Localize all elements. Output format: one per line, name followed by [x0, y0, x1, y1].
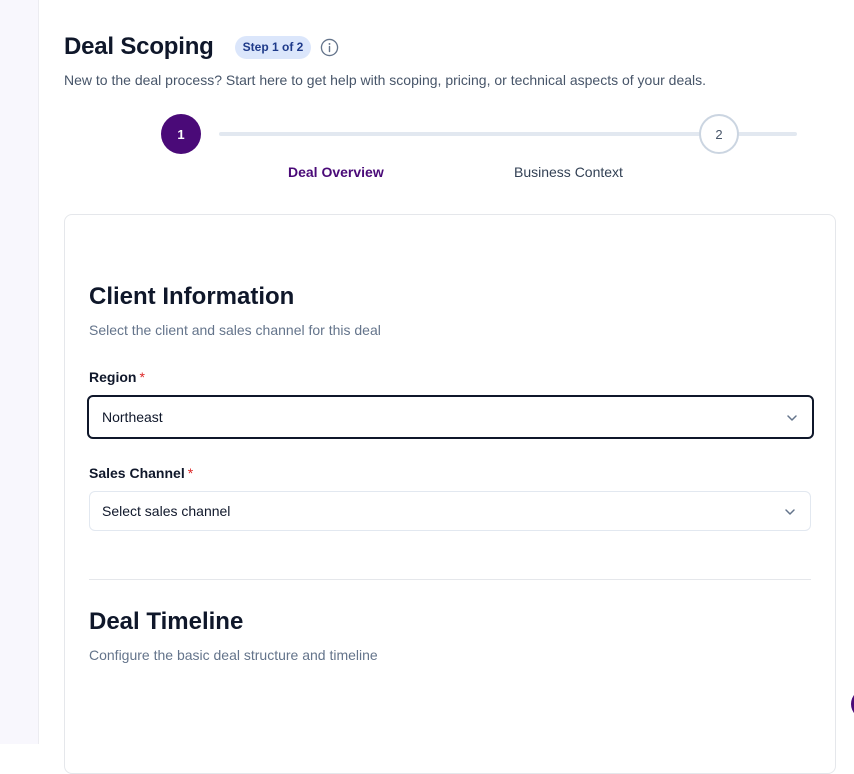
- step-badge: Step 1 of 2: [234, 35, 312, 59]
- chevron-down-icon: [786, 411, 798, 423]
- page-header: Deal Scoping Step 1 of 2: [64, 32, 339, 62]
- deal-timeline-title: Deal Timeline: [89, 608, 244, 635]
- page-title: Deal Scoping: [64, 33, 214, 60]
- sales-channel-select-placeholder: Select sales channel: [102, 503, 231, 519]
- region-required-mark: *: [139, 369, 145, 385]
- deal-scoping-page: Deal Scoping Step 1 of 2 New to the deal…: [39, 0, 854, 774]
- sales-channel-required-mark: *: [187, 465, 194, 481]
- sales-channel-label: Sales Channel *: [89, 465, 193, 481]
- section-divider: [89, 579, 811, 580]
- deal-timeline-description: Configure the basic deal structure and t…: [89, 647, 378, 663]
- chevron-down-icon: [784, 505, 796, 517]
- step-2-label[interactable]: Business Context: [514, 164, 623, 180]
- step-2-circle[interactable]: 2: [699, 114, 739, 154]
- deal-form-card: Client Information Select the client and…: [64, 214, 836, 774]
- step-1-circle[interactable]: 1: [161, 114, 201, 154]
- client-information-title: Client Information: [89, 283, 295, 310]
- info-circle-icon[interactable]: [320, 38, 339, 57]
- sales-channel-select[interactable]: Select sales channel: [89, 491, 811, 531]
- region-select[interactable]: Northeast: [87, 395, 814, 439]
- region-label: Region *: [89, 369, 145, 385]
- page-subtitle: New to the deal process? Start here to g…: [64, 72, 707, 88]
- left-sidebar-rail: [0, 0, 39, 744]
- region-select-value: Northeast: [102, 409, 163, 425]
- step-1-label[interactable]: Deal Overview: [288, 164, 384, 180]
- client-information-description: Select the client and sales channel for …: [89, 322, 381, 338]
- region-label-text: Region: [89, 369, 137, 385]
- sales-channel-label-text: Sales Channel: [89, 465, 185, 481]
